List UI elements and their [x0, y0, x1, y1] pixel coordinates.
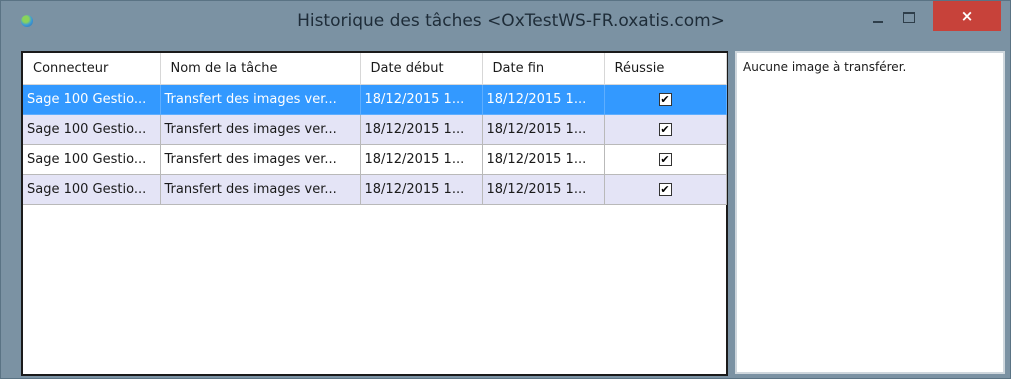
cell-connecteur: Sage 100 Gestio...	[23, 114, 161, 145]
cell-nom-tache: Transfert des images ver...	[160, 84, 361, 115]
task-grid[interactable]: Connecteur Nom de la tâche Date début Da…	[21, 51, 728, 376]
cell-date-debut: 18/12/2015 1...	[360, 114, 483, 145]
cell-connecteur: Sage 100 Gestio...	[23, 174, 161, 205]
cell-reussie: ✔	[604, 114, 727, 145]
cell-date-fin: 18/12/2015 1...	[482, 84, 605, 115]
column-header-date-fin[interactable]: Date fin	[482, 53, 605, 85]
details-message: Aucune image à transférer.	[743, 60, 907, 74]
table-row[interactable]: Sage 100 Gestio... Transfert des images …	[23, 114, 727, 145]
checkbox-reussie[interactable]: ✔	[658, 93, 672, 106]
cell-date-debut: 18/12/2015 1...	[360, 144, 483, 175]
cell-nom-tache: Transfert des images ver...	[160, 114, 361, 145]
cell-date-debut: 18/12/2015 1...	[360, 84, 483, 115]
checkbox-reussie[interactable]: ✔	[658, 153, 672, 166]
cell-date-fin: 18/12/2015 1...	[482, 144, 605, 175]
minimize-icon	[873, 21, 883, 23]
column-header-nom-tache[interactable]: Nom de la tâche	[160, 53, 361, 85]
task-table: Connecteur Nom de la tâche Date début Da…	[23, 53, 727, 205]
details-panel[interactable]: Aucune image à transférer.	[735, 51, 1005, 374]
minimize-button[interactable]	[863, 1, 893, 33]
maximize-button[interactable]	[894, 1, 924, 33]
task-history-window: Historique des tâches <OxTestWS-FR.oxati…	[0, 0, 1011, 379]
cell-reussie: ✔	[604, 174, 727, 205]
header-row: Connecteur Nom de la tâche Date début Da…	[23, 53, 727, 85]
close-button[interactable]: ×	[933, 1, 1001, 31]
checkbox-reussie[interactable]: ✔	[658, 183, 672, 196]
window-title: Historique des tâches <OxTestWS-FR.oxati…	[297, 11, 725, 31]
cell-date-debut: 18/12/2015 1...	[360, 174, 483, 205]
cell-date-fin: 18/12/2015 1...	[482, 174, 605, 205]
table-row[interactable]: Sage 100 Gestio... Transfert des images …	[23, 84, 727, 115]
maximize-icon	[903, 11, 915, 23]
cell-nom-tache: Transfert des images ver...	[160, 174, 361, 205]
app-globe-icon	[21, 15, 33, 27]
cell-connecteur: Sage 100 Gestio...	[23, 144, 161, 175]
close-icon: ×	[960, 7, 974, 25]
column-header-reussie[interactable]: Réussie	[604, 53, 727, 85]
cell-date-fin: 18/12/2015 1...	[482, 114, 605, 145]
column-header-date-debut[interactable]: Date début	[360, 53, 483, 85]
checkbox-reussie[interactable]: ✔	[658, 123, 672, 136]
column-header-connecteur[interactable]: Connecteur	[23, 53, 161, 85]
cell-reussie: ✔	[604, 144, 727, 175]
cell-connecteur: Sage 100 Gestio...	[23, 84, 161, 115]
table-row[interactable]: Sage 100 Gestio... Transfert des images …	[23, 174, 727, 205]
title-bar[interactable]: Historique des tâches <OxTestWS-FR.oxati…	[1, 1, 1010, 43]
cell-nom-tache: Transfert des images ver...	[160, 144, 361, 175]
table-row[interactable]: Sage 100 Gestio... Transfert des images …	[23, 144, 727, 175]
cell-reussie: ✔	[604, 84, 727, 115]
